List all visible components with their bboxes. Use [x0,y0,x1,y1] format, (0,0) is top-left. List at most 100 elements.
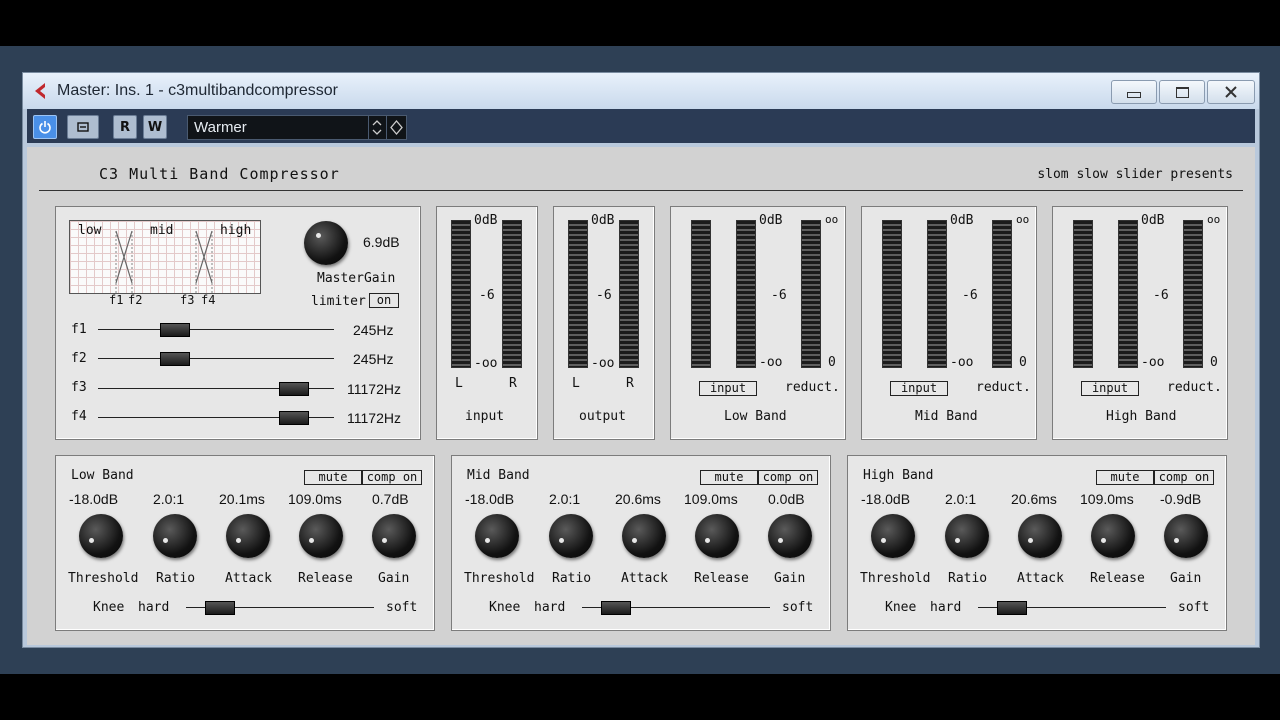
write-automation-button[interactable]: W [143,115,167,139]
mid-band-input-meter-right [927,220,947,368]
threshold-value: -18.0dB [861,491,911,507]
f4-slider-thumb[interactable] [279,411,309,425]
comp-toggle[interactable]: comp on [758,470,818,485]
master-gain-knob[interactable] [304,221,348,265]
f2-value: 245Hz [353,351,394,367]
graph-label-high: high [220,223,252,238]
graph-label-mid: mid [150,223,174,238]
release-value: 109.0ms [684,491,738,507]
comp-toggle[interactable]: comp on [1154,470,1214,485]
f1-value: 245Hz [353,322,394,338]
comp-toggle[interactable]: comp on [362,470,422,485]
preset-stepper[interactable] [368,116,385,139]
low-band-scale-top: 0dB [759,213,783,228]
output-meter-panel: 0dB -6 -oo L R output [553,206,655,440]
window-title: Master: Ins. 1 - c3multibandcompressor [57,82,338,99]
f2-slider-thumb[interactable] [160,352,190,366]
attack-knob[interactable] [226,514,270,558]
input-l-label: L [455,376,463,391]
high-band-input-meter-right [1118,220,1138,368]
mid-band-scale-bottom: -oo [950,355,974,370]
band-panel-low: Low Band mute comp on -18.0dB 2.0:1 20.1… [55,455,435,631]
mid-band-input-toggle[interactable]: input [890,381,948,396]
low-band-meter-panel: 0dB -6 -oo oo 0 input reduct. Low Band [670,206,846,440]
knee-slider-thumb[interactable] [601,601,632,615]
input-scale-mid: -6 [479,288,495,303]
mute-toggle[interactable]: mute [700,470,758,485]
gain-label: Gain [378,571,410,586]
header-divider [39,190,1243,191]
preset-selector[interactable]: Warmer [187,115,407,140]
release-knob[interactable] [695,514,739,558]
power-button[interactable] [33,115,57,139]
knee-slider-thumb[interactable] [205,601,236,615]
threshold-knob[interactable] [79,514,123,558]
low-band-scale-bottom: -oo [759,355,783,370]
high-band-meter-label: High Band [1106,409,1177,424]
gain-label: Gain [1170,571,1202,586]
knee-hard-label: hard [930,600,962,615]
high-band-reduct-label: reduct. [1167,380,1222,395]
f1-slider[interactable] [98,329,334,330]
f2-slider[interactable] [98,358,334,359]
limiter-label: limiter [311,294,366,309]
ratio-label: Ratio [156,571,196,586]
output-meter-right [619,220,639,368]
minimize-button[interactable] [1111,80,1157,104]
gain-knob[interactable] [1164,514,1208,558]
release-knob[interactable] [299,514,343,558]
low-band-reduct-top: oo [825,213,839,226]
mute-toggle[interactable]: mute [304,470,362,485]
threshold-knob[interactable] [475,514,519,558]
low-band-input-meter-right [736,220,756,368]
attack-knob[interactable] [622,514,666,558]
preset-menu-icon [390,119,403,136]
ratio-value: 2.0:1 [153,491,185,507]
maximize-button[interactable] [1159,80,1205,104]
knee-slider-thumb[interactable] [997,601,1028,615]
high-band-meter-panel: 0dB -6 -oo oo 0 input reduct. High Band [1052,206,1228,440]
knee-label: Knee [885,600,917,615]
graph-label-f1: f1 [109,293,124,307]
read-automation-button[interactable]: R [113,115,137,139]
f3-slider-thumb[interactable] [279,382,309,396]
limiter-toggle[interactable]: on [369,293,399,308]
low-band-input-meter-left [691,220,711,368]
input-meter-left [451,220,471,368]
ratio-label: Ratio [552,571,592,586]
plugin-toolbar: R W Warmer [27,109,1255,143]
ratio-knob[interactable] [945,514,989,558]
threshold-knob[interactable] [871,514,915,558]
preset-menu-button[interactable] [386,116,406,139]
output-scale-mid: -6 [596,288,612,303]
plugin-subtitle: slom slow slider presents [1037,167,1233,182]
mute-toggle[interactable]: mute [1096,470,1154,485]
low-band-reduction-meter [801,220,821,368]
f2-label: f2 [71,351,87,366]
title-bar[interactable]: Master: Ins. 1 - c3multibandcompressor [23,73,1259,109]
gain-knob[interactable] [372,514,416,558]
gain-knob[interactable] [768,514,812,558]
f3-label: f3 [71,380,87,395]
output-meter-label: output [579,409,626,424]
output-r-label: R [626,376,634,391]
ratio-knob[interactable] [153,514,197,558]
band-panel-mid: Mid Band mute comp on -18.0dB 2.0:1 20.6… [451,455,831,631]
bypass-button[interactable] [67,115,99,139]
ratio-knob[interactable] [549,514,593,558]
band-name: High Band [863,468,934,483]
high-band-input-toggle[interactable]: input [1081,381,1139,396]
release-knob[interactable] [1091,514,1135,558]
f1-slider-thumb[interactable] [160,323,190,337]
low-band-input-toggle[interactable]: input [699,381,757,396]
low-band-scale-mid: -6 [771,288,787,303]
attack-knob[interactable] [1018,514,1062,558]
attack-value: 20.1ms [219,491,265,507]
attack-label: Attack [621,571,668,586]
output-meter-left [568,220,588,368]
f4-value: 11172Hz [347,410,401,426]
input-meter-label: input [465,409,505,424]
close-button[interactable] [1207,80,1255,104]
maximize-icon [1175,86,1189,98]
input-meter-right [502,220,522,368]
